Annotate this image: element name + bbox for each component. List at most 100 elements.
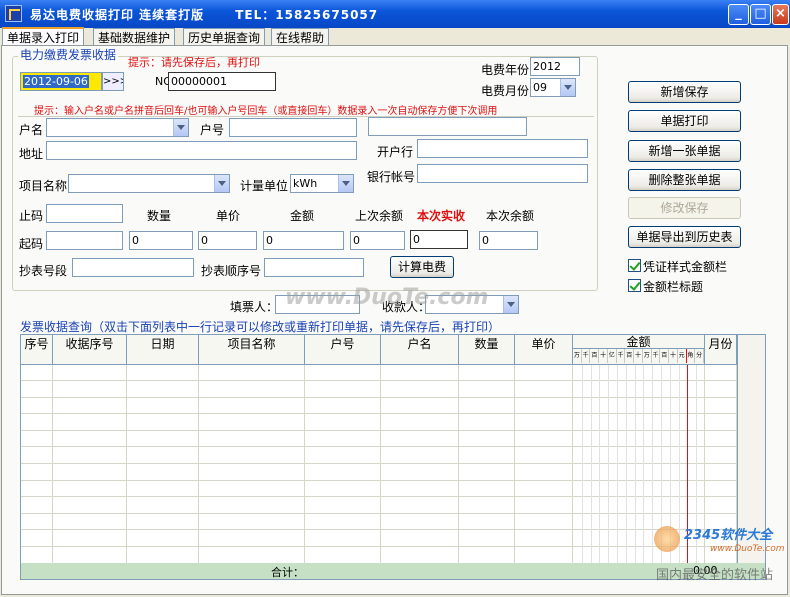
account-name-select[interactable] [46, 118, 189, 137]
chevron-down-icon[interactable] [503, 296, 518, 313]
window-title: 易达电费收据打印 连续套打版 TEL：15825675057 [30, 8, 379, 22]
modify-save-button[interactable]: 修改保存 [628, 197, 741, 219]
amount-digit-row: 万千百十亿千百十万千百十元角分 [573, 349, 705, 363]
unit-select[interactable]: kWh [290, 174, 354, 193]
watermark-brand: 2345软件大全 [684, 528, 773, 543]
amount-digit-line [590, 365, 592, 563]
stop-code-label: 止码 [19, 209, 44, 223]
calculate-button[interactable]: 计算电费 [390, 256, 454, 278]
account-no-label: 户号 [200, 123, 225, 137]
watermark-url: www.DuoTe.com [710, 544, 785, 554]
amount-digit-cell: 百 [590, 349, 600, 363]
close-button[interactable]: × [772, 4, 789, 25]
meter-segment-field[interactable] [72, 258, 194, 277]
total-label: 合计： [271, 566, 304, 579]
meter-seq-field[interactable] [264, 258, 364, 277]
unit-label: 计量单位 [240, 179, 289, 193]
table-row[interactable] [21, 465, 737, 481]
maximize-button[interactable]: □ [750, 4, 771, 25]
amount-digit-cell: 亿 [608, 349, 617, 363]
amount-digit-cell: 十 [669, 349, 678, 363]
watermark-center: www.DuoTe.com [285, 285, 489, 310]
filler-label: 填票人： [230, 300, 279, 314]
amount-digit-cell: 千 [652, 349, 661, 363]
app-icon [5, 5, 22, 22]
column-line [126, 365, 127, 563]
quantity-field[interactable]: 0 [129, 231, 193, 250]
table-row[interactable] [21, 398, 737, 415]
column-line [458, 365, 459, 563]
amount-digit-cell: 十 [634, 349, 643, 363]
column-line [380, 365, 381, 563]
col-header-price: 单价 [515, 335, 573, 365]
stop-code-field[interactable] [46, 204, 123, 223]
month-select[interactable]: 09 [530, 78, 576, 97]
title-bar: 易达电费收据打印 连续套打版 TEL：15825675057 _ □ × [0, 0, 790, 28]
chevron-down-icon[interactable] [338, 175, 353, 192]
new-document-button[interactable]: 新增一张单据 [628, 140, 741, 162]
extra-field[interactable] [368, 117, 527, 136]
account-name-label: 户名 [19, 123, 44, 137]
chevron-down-icon[interactable] [560, 79, 575, 96]
tip-save-first: 提示：请先保存后，再打印 [128, 56, 260, 69]
item-name-select[interactable] [68, 174, 230, 193]
address-field[interactable] [46, 141, 357, 160]
table-row[interactable] [21, 481, 737, 498]
chevron-down-icon[interactable] [173, 119, 188, 136]
chevron-down-icon[interactable] [214, 175, 229, 192]
no-field[interactable]: 00000001 [168, 72, 276, 91]
tab-basic-data[interactable]: 基础数据维护 [93, 28, 176, 46]
table-row[interactable] [21, 448, 737, 464]
date-picker-button[interactable]: >>> [102, 72, 124, 91]
minimize-button[interactable]: _ [728, 4, 749, 25]
table-row[interactable] [21, 498, 737, 514]
table-row[interactable] [21, 365, 737, 381]
prev-balance-field[interactable]: 0 [350, 231, 405, 250]
amount-digit-line [643, 365, 645, 563]
watermark-slogan: 国内最安全的软件站 [656, 568, 774, 583]
tab-online-help[interactable]: 在线帮助 [271, 28, 330, 46]
amount-header-label: 金额 [573, 335, 704, 349]
bank-account-field[interactable] [417, 164, 588, 183]
amount-title-checkbox[interactable] [628, 279, 641, 292]
table-row[interactable] [21, 548, 737, 564]
amount-digit-cell: 角 [687, 349, 696, 363]
table-row[interactable] [21, 531, 737, 547]
item-name-label: 项目名称 [19, 179, 68, 193]
amount-digit-cell: 元 [678, 349, 687, 363]
delete-document-button[interactable]: 删除整张单据 [628, 169, 741, 191]
year-field[interactable]: 2012 [530, 57, 580, 76]
curr-balance-field[interactable]: 0 [479, 231, 538, 250]
table-row[interactable] [21, 514, 737, 531]
actual-received-field[interactable]: 0 [410, 230, 468, 249]
print-button[interactable]: 单据打印 [628, 110, 741, 132]
tab-history-query[interactable]: 历史单据查询 [183, 28, 266, 46]
col-header-qty: 数量 [459, 335, 515, 365]
amount-digit-cell: 百 [625, 349, 635, 363]
export-history-button[interactable]: 单据导出到历史表 [628, 226, 741, 248]
table-row[interactable] [21, 382, 737, 398]
curr-balance-label: 本次余额 [486, 209, 535, 223]
amount-digit-cell: 万 [643, 349, 652, 363]
col-header-date: 日期 [127, 335, 199, 365]
price-field[interactable]: 0 [198, 231, 257, 250]
table-row[interactable] [21, 415, 737, 431]
amount-field[interactable]: 0 [263, 231, 344, 250]
actual-received-label: 本次实收 [417, 209, 466, 223]
tab-bar: 单据录入打印 基础数据维护 历史单据查询 在线帮助 [0, 27, 790, 47]
account-no-field[interactable] [229, 118, 357, 137]
tip-input-hint: 提示：输入户名或户名拼音后回车/也可输入户号回车（或直接回车）数据录入一次自动保… [34, 106, 498, 117]
table-row[interactable] [21, 431, 737, 448]
amount-digit-cell: 十 [599, 349, 608, 363]
amount-digit-line [608, 365, 610, 563]
date-field[interactable]: 2012-09-06 [20, 72, 102, 91]
amount-digit-cell: 百 [660, 349, 670, 363]
start-code-field[interactable] [46, 231, 123, 250]
price-label: 单价 [216, 209, 241, 223]
voucher-style-checkbox[interactable] [628, 259, 641, 272]
amount-digit-line [617, 365, 618, 563]
tab-entry-print[interactable]: 单据录入打印 [2, 27, 85, 47]
amount-digit-line [625, 365, 627, 563]
new-save-button[interactable]: 新增保存 [628, 81, 741, 103]
bank-field[interactable] [417, 139, 588, 158]
